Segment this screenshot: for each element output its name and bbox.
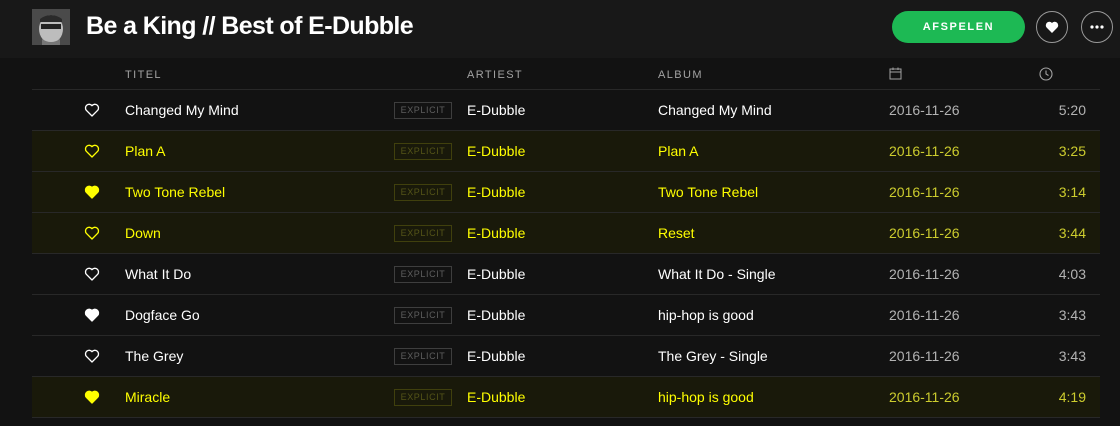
table-row[interactable]: Two Tone Rebel EXPLICIT E-Dubble Two Tone R… <box>32 172 1100 213</box>
track-table: TITEL ARTIEST ALBUM Changed My Mind EXPLI… <box>0 58 1120 426</box>
track-date-added: 2016-11-26 <box>889 266 960 282</box>
playlist-cover-image <box>32 9 70 45</box>
table-row[interactable]: Down EXPLICIT E-Dubble Reset 2016-11-26 3:44 <box>32 213 1100 254</box>
track-artist[interactable]: E-Dubble <box>467 266 525 282</box>
track-date-added: 2016-11-26 <box>889 225 960 241</box>
track-album[interactable]: hip-hop is good <box>658 389 754 405</box>
track-date-added: 2016-11-26 <box>889 184 960 200</box>
track-list: Changed My Mind EXPLICIT E-Dubble Changed M… <box>32 90 1100 418</box>
track-artist[interactable]: E-Dubble <box>467 389 525 405</box>
track-album[interactable]: Reset <box>658 225 695 241</box>
track-album[interactable]: hip-hop is good <box>658 307 754 323</box>
more-options-button[interactable] <box>1081 11 1113 43</box>
track-title[interactable]: What It Do <box>125 266 191 282</box>
table-row[interactable]: What It Do EXPLICIT E-Dubble What It Do - S… <box>32 254 1100 295</box>
page-title: Be a King // Best of E-Dubble <box>86 12 414 40</box>
heart-icon <box>1045 21 1059 33</box>
track-duration: 3:14 <box>1058 184 1086 200</box>
track-date-added: 2016-11-26 <box>889 102 960 118</box>
track-album[interactable]: Two Tone Rebel <box>658 184 758 200</box>
track-album[interactable]: What It Do - Single <box>658 266 776 282</box>
track-duration: 3:25 <box>1058 143 1086 159</box>
track-date-added: 2016-11-26 <box>889 389 960 405</box>
table-row[interactable]: Changed My Mind EXPLICIT E-Dubble Changed M… <box>32 90 1100 131</box>
track-duration: 3:43 <box>1058 348 1086 364</box>
track-title[interactable]: The Grey <box>125 348 183 364</box>
explicit-badge: EXPLICIT <box>394 389 452 406</box>
heart-icon[interactable] <box>84 184 100 200</box>
track-title[interactable]: Plan A <box>125 143 165 159</box>
table-row[interactable]: Dogface Go EXPLICIT E-Dubble hip-hop is goo… <box>32 295 1100 336</box>
track-duration: 3:43 <box>1058 307 1086 323</box>
heart-icon[interactable] <box>84 225 100 241</box>
explicit-badge: EXPLICIT <box>394 307 452 324</box>
track-album[interactable]: Plan A <box>658 143 698 159</box>
track-title[interactable]: Two Tone Rebel <box>125 184 225 200</box>
calendar-icon[interactable] <box>889 67 902 83</box>
track-duration: 4:03 <box>1058 266 1086 282</box>
explicit-badge: EXPLICIT <box>394 184 452 201</box>
heart-icon[interactable] <box>84 102 100 118</box>
column-headers: TITEL ARTIEST ALBUM <box>32 58 1100 90</box>
explicit-badge: EXPLICIT <box>394 102 452 119</box>
column-header-album[interactable]: ALBUM <box>658 69 703 81</box>
column-header-artist[interactable]: ARTIEST <box>467 69 523 81</box>
track-album[interactable]: Changed My Mind <box>658 102 772 118</box>
column-header-title[interactable]: TITEL <box>125 69 162 81</box>
track-title[interactable]: Changed My Mind <box>125 102 239 118</box>
like-playlist-button[interactable] <box>1036 11 1068 43</box>
heart-icon[interactable] <box>84 307 100 323</box>
track-duration: 4:19 <box>1058 389 1086 405</box>
track-date-added: 2016-11-26 <box>889 307 960 323</box>
play-button[interactable]: AFSPELEN <box>892 11 1025 43</box>
table-row[interactable]: Plan A EXPLICIT E-Dubble Plan A 2016-11-26 3:… <box>32 131 1100 172</box>
track-duration: 3:44 <box>1058 225 1086 241</box>
clock-icon[interactable] <box>1039 67 1053 84</box>
heart-icon[interactable] <box>84 266 100 282</box>
table-row[interactable]: The Grey EXPLICIT E-Dubble The Grey - Singl… <box>32 336 1100 377</box>
track-title[interactable]: Dogface Go <box>125 307 200 323</box>
track-duration: 5:20 <box>1058 102 1086 118</box>
track-artist[interactable]: E-Dubble <box>467 184 525 200</box>
track-artist[interactable]: E-Dubble <box>467 348 525 364</box>
explicit-badge: EXPLICIT <box>394 348 452 365</box>
track-title[interactable]: Down <box>125 225 161 241</box>
track-artist[interactable]: E-Dubble <box>467 102 525 118</box>
track-date-added: 2016-11-26 <box>889 143 960 159</box>
playlist-header: Be a King // Best of E-Dubble AFSPELEN <box>0 0 1120 58</box>
explicit-badge: EXPLICIT <box>394 225 452 242</box>
heart-icon[interactable] <box>84 389 100 405</box>
table-row[interactable]: Miracle EXPLICIT E-Dubble hip-hop is good 20… <box>32 377 1100 418</box>
heart-icon[interactable] <box>84 348 100 364</box>
explicit-badge: EXPLICIT <box>394 266 452 283</box>
track-artist[interactable]: E-Dubble <box>467 143 525 159</box>
explicit-badge: EXPLICIT <box>394 143 452 160</box>
track-title[interactable]: Miracle <box>125 389 170 405</box>
track-album[interactable]: The Grey - Single <box>658 348 768 364</box>
track-artist[interactable]: E-Dubble <box>467 307 525 323</box>
track-artist[interactable]: E-Dubble <box>467 225 525 241</box>
track-date-added: 2016-11-26 <box>889 348 960 364</box>
more-dots-icon <box>1090 25 1104 29</box>
heart-icon[interactable] <box>84 143 100 159</box>
